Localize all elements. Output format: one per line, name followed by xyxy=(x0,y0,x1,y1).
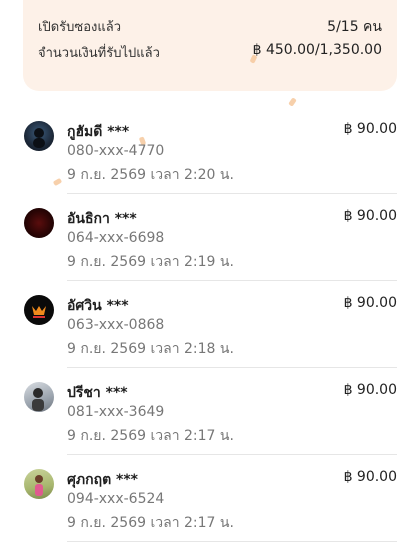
recipient-time: 9 ก.ย. 2569 เวลา 2:17 น. xyxy=(67,428,234,444)
avatar xyxy=(24,295,54,325)
recipient-phone: 064-xxx-6698 xyxy=(67,230,165,246)
recipient-name: ศุภกฤต *** xyxy=(67,472,138,488)
recipient-amount: ฿ 90.00 xyxy=(343,295,397,311)
recipient-phone: 063-xxx-0868 xyxy=(67,317,165,333)
recipient-amount: ฿ 90.00 xyxy=(343,382,397,398)
divider xyxy=(67,193,397,194)
recipient-name: อัศวิน *** xyxy=(67,298,129,314)
recipient-time: 9 ก.ย. 2569 เวลา 2:18 น. xyxy=(67,341,234,357)
divider xyxy=(67,280,397,281)
child-photo-icon xyxy=(35,475,43,496)
recipient-name: อันธิกา *** xyxy=(67,211,137,227)
opened-value: 5/15 คน xyxy=(327,19,382,35)
recipient-name: ปรีชา *** xyxy=(67,385,128,401)
person-photo-icon xyxy=(32,388,44,411)
avatar xyxy=(24,382,54,412)
recipient-name: กูฮัมดี *** xyxy=(67,124,130,140)
avatar xyxy=(24,469,54,499)
recipient-phone: 081-xxx-3649 xyxy=(67,404,165,420)
recipient-amount: ฿ 90.00 xyxy=(343,469,397,485)
opened-label: เปิดรับซองแล้ว xyxy=(38,20,121,35)
divider xyxy=(67,454,397,455)
confetti-decoration xyxy=(288,97,297,107)
amount-row: จำนวนเงินที่รับไปแล้ว ฿ 450.00/1,350.00 xyxy=(38,42,382,62)
recipient-time: 9 ก.ย. 2569 เวลา 2:17 น. xyxy=(67,515,234,531)
brand-logo-icon xyxy=(32,306,46,318)
avatar xyxy=(24,121,54,151)
recipient-row[interactable]: ศุภกฤต *** 094-xxx-6524 9 ก.ย. 2569 เวลา… xyxy=(0,456,407,542)
avatar xyxy=(24,208,54,238)
recipient-phone: 094-xxx-6524 xyxy=(67,491,165,507)
person-silhouette-icon xyxy=(33,128,45,148)
recipient-row[interactable]: อัศวิน *** 063-xxx-0868 9 ก.ย. 2569 เวลา… xyxy=(0,282,407,368)
summary-card: เปิดรับซองแล้ว 5/15 คน จำนวนเงินที่รับไป… xyxy=(23,0,397,91)
divider xyxy=(67,541,397,542)
recipient-time: 9 ก.ย. 2569 เวลา 2:19 น. xyxy=(67,254,234,270)
recipient-row[interactable]: อันธิกา *** 064-xxx-6698 9 ก.ย. 2569 เวล… xyxy=(0,195,407,281)
recipient-amount: ฿ 90.00 xyxy=(343,208,397,224)
opened-row: เปิดรับซองแล้ว 5/15 คน xyxy=(38,16,382,36)
recipient-phone: 080-xxx-4770 xyxy=(67,143,165,159)
amount-label: จำนวนเงินที่รับไปแล้ว xyxy=(38,46,160,61)
recipient-time: 9 ก.ย. 2569 เวลา 2:20 น. xyxy=(67,167,234,183)
recipient-amount: ฿ 90.00 xyxy=(343,121,397,137)
amount-value: ฿ 450.00/1,350.00 xyxy=(252,42,382,58)
divider xyxy=(67,367,397,368)
recipient-row[interactable]: กูฮัมดี *** 080-xxx-4770 9 ก.ย. 2569 เวล… xyxy=(0,108,407,194)
recipient-row[interactable]: ปรีชา *** 081-xxx-3649 9 ก.ย. 2569 เวลา … xyxy=(0,369,407,455)
